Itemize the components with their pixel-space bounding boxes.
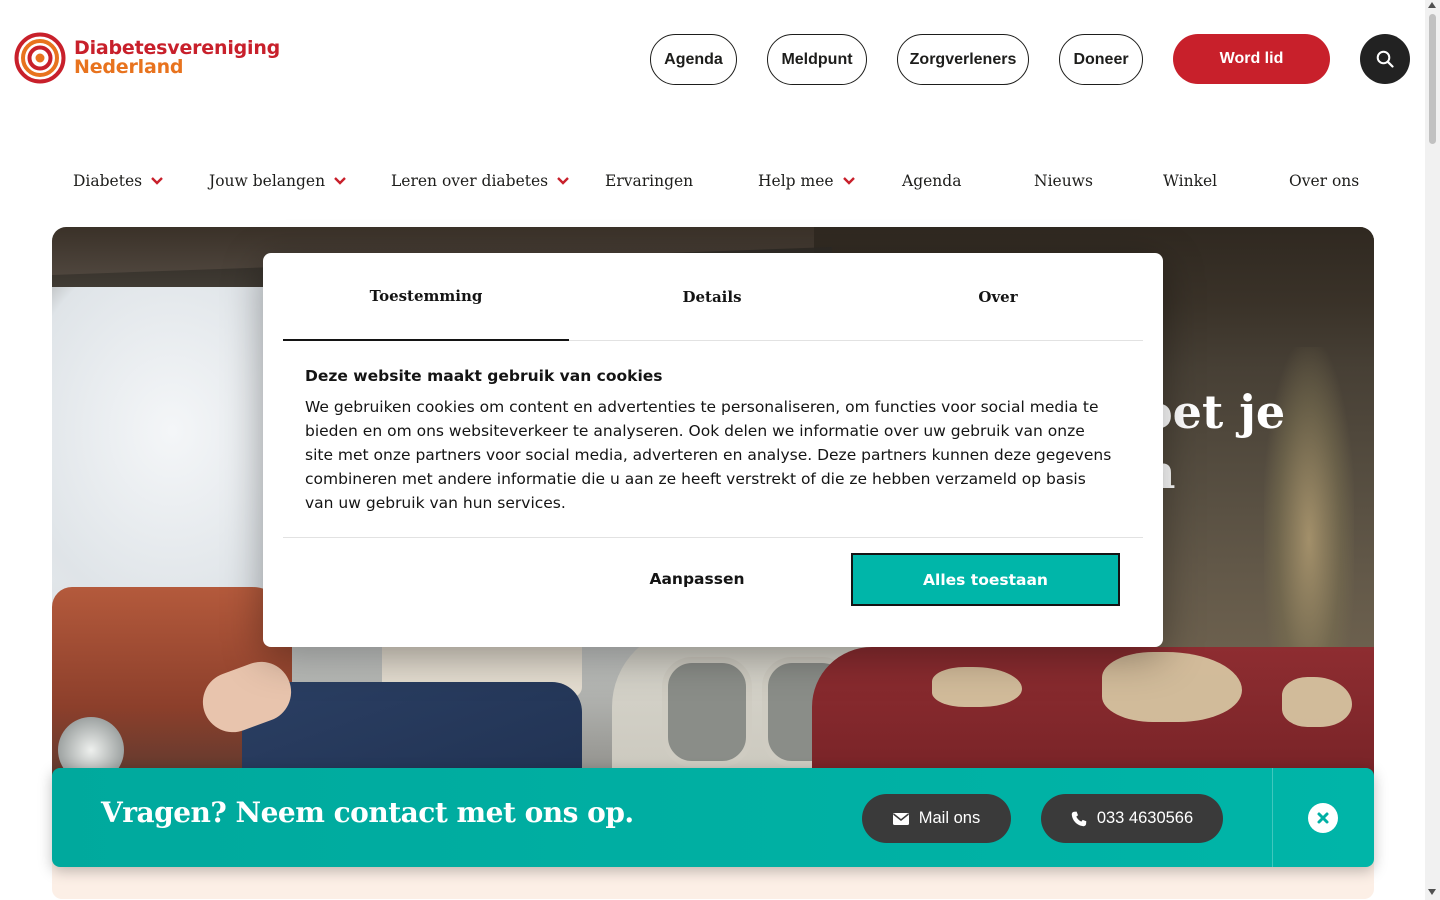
tab-over[interactable]: Over xyxy=(855,253,1141,341)
nav-item-label: Over ons xyxy=(1289,172,1360,190)
logo-line-2: Nederland xyxy=(74,56,184,78)
cookie-tabs: Toestemming Details Over xyxy=(283,253,1143,341)
mail-ons-label: Mail ons xyxy=(918,809,981,827)
nav-item-label: Winkel xyxy=(1163,172,1218,190)
search-icon xyxy=(1376,50,1394,68)
nav-item-over-ons[interactable]: Over ons xyxy=(1289,172,1359,190)
nav-item-agenda[interactable]: Agenda xyxy=(902,172,961,190)
chevron-down-icon xyxy=(151,177,163,185)
hero-title-line-2: n xyxy=(1142,442,1285,502)
scroll-down-arrow-icon[interactable] xyxy=(1428,889,1436,895)
logo[interactable]: Diabetesvereniging Nederland xyxy=(14,32,280,84)
word-lid-button[interactable]: Word lid xyxy=(1173,34,1330,84)
close-icon xyxy=(1317,812,1329,824)
hero-title-line-1: oet je xyxy=(1142,385,1286,439)
logo-text: Diabetesvereniging Nederland xyxy=(74,39,280,77)
hero-title: oet je n xyxy=(1142,382,1285,502)
van-window xyxy=(662,657,752,767)
nav-item-jouw-belangen[interactable]: Jouw belangen xyxy=(209,172,347,190)
nav-item-label: Jouw belangen xyxy=(209,172,326,190)
contact-divider xyxy=(1272,768,1273,867)
main-navigation: Diabetes Jouw belangen Leren over diabet… xyxy=(0,162,1425,206)
mail-ons-button[interactable]: Mail ons xyxy=(862,794,1011,843)
nav-item-label: Nieuws xyxy=(1034,172,1093,190)
cookie-heading: Deze website maakt gebruik van cookies xyxy=(305,367,663,385)
nav-item-label: Ervaringen xyxy=(605,172,694,190)
contact-bar: Vragen? Neem contact met ons op. Mail on… xyxy=(52,768,1374,867)
page-scrollbar[interactable] xyxy=(1425,0,1440,900)
cookie-divider xyxy=(283,537,1143,538)
nav-item-nieuws[interactable]: Nieuws xyxy=(1034,172,1093,190)
chevron-down-icon xyxy=(557,177,569,185)
nav-item-winkel[interactable]: Winkel xyxy=(1163,172,1217,190)
phone-number-label: 033 4630566 xyxy=(1096,809,1194,827)
nav-item-label: Help mee xyxy=(758,172,834,190)
tab-details[interactable]: Details xyxy=(569,253,855,341)
nav-item-ervaringen[interactable]: Ervaringen xyxy=(605,172,693,190)
rust-patch xyxy=(1102,652,1242,722)
nav-item-label: Agenda xyxy=(902,172,962,190)
nav-item-diabetes[interactable]: Diabetes xyxy=(73,172,164,190)
meldpunt-button[interactable]: Meldpunt xyxy=(767,34,867,85)
scroll-up-arrow-icon[interactable] xyxy=(1428,2,1436,8)
cookie-consent-dialog: Toestemming Details Over Deze website ma… xyxy=(263,253,1163,647)
scrollbar-thumb[interactable] xyxy=(1429,14,1436,144)
nav-item-leren-over-diabetes[interactable]: Leren over diabetes xyxy=(391,172,570,190)
agenda-button[interactable]: Agenda xyxy=(650,34,737,85)
logo-rings-icon xyxy=(14,32,66,84)
aanpassen-button[interactable]: Aanpassen xyxy=(563,553,831,605)
zorgverleners-button[interactable]: Zorgverleners xyxy=(897,34,1029,85)
nav-item-help-mee[interactable]: Help mee xyxy=(758,172,856,190)
chevron-down-icon xyxy=(842,177,855,185)
rust-patch xyxy=(1282,677,1352,727)
nav-item-label: Diabetes xyxy=(73,172,143,190)
doneer-button[interactable]: Doneer xyxy=(1059,34,1143,85)
envelope-icon xyxy=(892,812,909,825)
search-button[interactable] xyxy=(1360,34,1410,84)
nav-item-label: Leren over diabetes xyxy=(391,172,549,190)
close-contact-bar-button[interactable] xyxy=(1308,803,1338,833)
site-header: Diabetesvereniging Nederland Agenda Meld… xyxy=(0,0,1425,120)
alles-toestaan-button[interactable]: Alles toestaan xyxy=(851,553,1120,606)
rust-patch xyxy=(932,667,1022,707)
phone-button[interactable]: 033 4630566 xyxy=(1041,794,1223,843)
contact-question: Vragen? Neem contact met ons op. xyxy=(101,796,634,829)
cookie-body-text: We gebruiken cookies om content en adver… xyxy=(305,398,1112,512)
phone-icon xyxy=(1071,811,1087,826)
tab-toestemming[interactable]: Toestemming xyxy=(283,253,569,341)
chevron-down-icon xyxy=(334,177,346,185)
